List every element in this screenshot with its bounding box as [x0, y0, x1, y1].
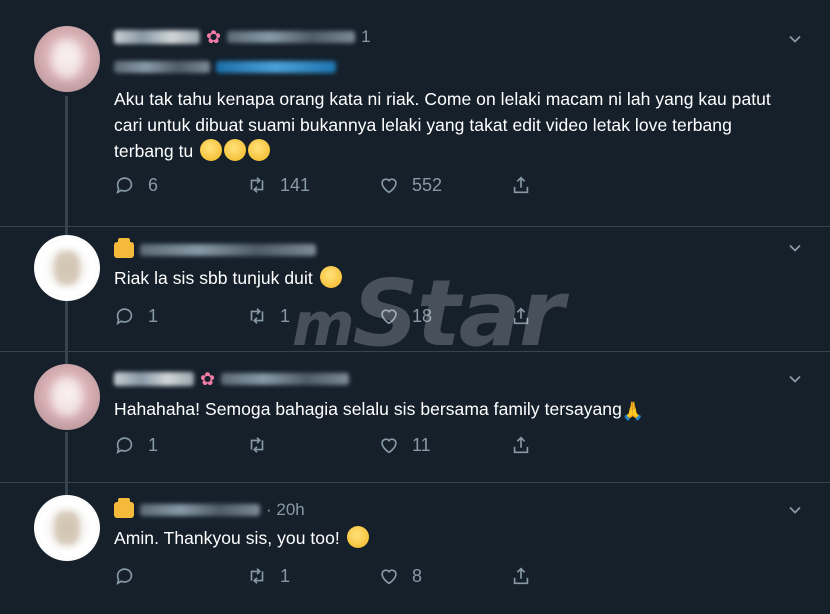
tweet-body: Hahahaha! Semoga bahagia selalu sis bers…: [114, 399, 622, 419]
tweet-actions: 1 8: [114, 563, 554, 589]
author-handle-blurred[interactable]: [221, 373, 350, 385]
like-icon: [381, 569, 397, 585]
briefcase-emoji: [114, 498, 134, 518]
folded-hands-emoji: 🙏: [621, 401, 645, 421]
like-button[interactable]: 8: [378, 563, 422, 589]
share-icon: [513, 567, 529, 585]
retweet-count: 141: [280, 174, 311, 195]
share-button[interactable]: [510, 432, 532, 458]
like-button[interactable]: 18: [378, 303, 432, 329]
like-count: 552: [412, 174, 443, 195]
tweet-text: Aku tak tahu kenapa orang kata ni riak. …: [114, 86, 794, 164]
reply-count: 1: [148, 305, 159, 326]
retweet-icon: [250, 568, 264, 584]
retweet-count: 1: [280, 565, 291, 586]
like-count: 8: [412, 565, 423, 586]
like-count: 18: [412, 305, 433, 326]
tweet[interactable]: ✿ Hahahaha! Semoga bahagia selalu sis be…: [0, 352, 830, 476]
share-icon: [513, 176, 529, 194]
reply-button[interactable]: 1: [114, 303, 158, 329]
author-name-blurred[interactable]: [114, 30, 200, 44]
share-button[interactable]: [510, 563, 532, 589]
reply-icon: [116, 308, 133, 326]
avatar[interactable]: [34, 495, 100, 561]
reply-button[interactable]: 6: [114, 172, 158, 198]
reply-icon: [116, 177, 133, 195]
retweet-icon: [250, 308, 264, 324]
tweet-header: ✿: [114, 368, 355, 390]
flower-emoji: ✿: [200, 368, 216, 389]
chevron-down-icon[interactable]: [788, 503, 802, 517]
tweet-actions: 6 141 552: [114, 172, 554, 198]
like-icon: [381, 438, 397, 454]
avatar[interactable]: [34, 235, 100, 301]
share-button[interactable]: [510, 303, 532, 329]
replying-to-handle-blurred[interactable]: [216, 61, 336, 73]
author-handle-blurred[interactable]: [140, 244, 316, 256]
tweet-actions: 1 11: [114, 432, 554, 458]
kissing-heart-emoji: [346, 526, 369, 548]
avatar[interactable]: [34, 26, 100, 92]
replying-to: [114, 58, 336, 76]
face-with-hand-over-mouth-emoji: [319, 266, 342, 288]
retweet-icon: [250, 177, 264, 193]
retweet-button[interactable]: 141: [246, 172, 310, 198]
reply-icon: [116, 437, 133, 455]
author-handle-blurred[interactable]: [140, 504, 260, 516]
like-icon: [381, 178, 397, 194]
retweet-count: 1: [280, 305, 291, 326]
tweet-body: Riak la sis sbb tunjuk duit: [114, 268, 313, 288]
like-button[interactable]: 11: [378, 432, 431, 458]
retweet-button[interactable]: 1: [246, 563, 290, 589]
tweet[interactable]: ✿ 1 Aku tak tahu kenapa orang kata ni ri…: [0, 0, 830, 226]
rolling-eyes-emoji: [248, 139, 271, 161]
flower-emoji: ✿: [206, 26, 222, 47]
tweet-time[interactable]: · 20h: [266, 500, 305, 520]
tweet-text: Hahahaha! Semoga bahagia selalu sis bers…: [114, 396, 794, 424]
like-icon: [381, 309, 397, 325]
tweet-header: ✿ 1: [114, 26, 371, 48]
tweet[interactable]: Riak la sis sbb tunjuk duit 1 1 18: [0, 227, 830, 351]
tweet-text: Riak la sis sbb tunjuk duit: [114, 265, 794, 291]
rolling-eyes-emoji: [224, 139, 247, 161]
share-icon: [513, 307, 529, 325]
like-count: 11: [412, 434, 431, 455]
like-button[interactable]: 552: [378, 172, 442, 198]
reply-count: 1: [148, 434, 159, 455]
briefcase-emoji: [114, 238, 134, 258]
tweet-body: Amin. Thankyou sis, you too!: [114, 528, 340, 548]
retweet-button[interactable]: 1: [246, 303, 290, 329]
chevron-down-icon[interactable]: [788, 241, 802, 255]
chevron-down-icon[interactable]: [788, 32, 802, 46]
share-button[interactable]: [510, 172, 532, 198]
reply-count: 6: [148, 174, 159, 195]
tweet-header: [114, 238, 322, 261]
share-icon: [513, 436, 529, 454]
tweet[interactable]: · 20h Amin. Thankyou sis, you too! 1 8: [0, 483, 830, 614]
chevron-down-icon[interactable]: [788, 372, 802, 386]
tweet-header: · 20h: [114, 498, 305, 521]
tweet-time[interactable]: 1: [361, 27, 370, 47]
reply-icon: [116, 568, 133, 586]
avatar[interactable]: [34, 364, 100, 430]
tweet-actions: 1 1 18: [114, 303, 554, 329]
retweet-button[interactable]: [246, 432, 280, 458]
rolling-eyes-emoji: [200, 139, 223, 161]
tweet-text: Amin. Thankyou sis, you too!: [114, 525, 794, 551]
reply-button[interactable]: [114, 563, 148, 589]
reply-button[interactable]: 1: [114, 432, 158, 458]
retweet-icon: [250, 437, 264, 453]
author-handle-blurred[interactable]: [227, 31, 356, 43]
replying-to-label-blurred: [114, 61, 210, 73]
author-name-blurred[interactable]: [114, 372, 194, 386]
